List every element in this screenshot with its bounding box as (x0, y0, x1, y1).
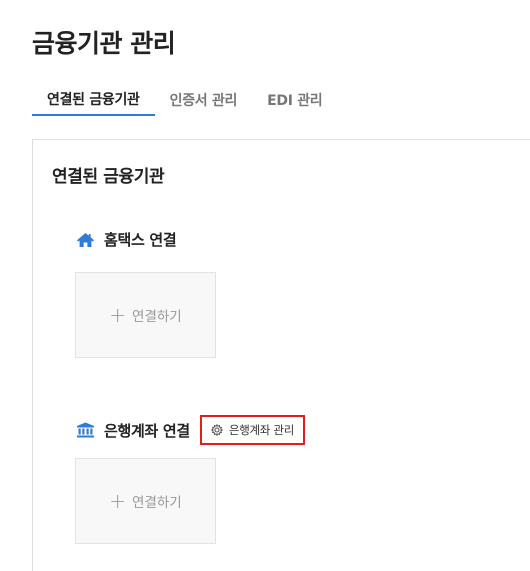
bank-section-header: 은행계좌 연결 은행계좌 관리 (75, 415, 305, 445)
bank-connect-label: 연결하기 (132, 495, 182, 511)
hometax-connect-button[interactable]: + 연결하기 (75, 272, 216, 358)
bank-account-manage-label: 은행계좌 관리 (228, 423, 294, 437)
bank-icon (75, 421, 95, 439)
plus-icon: + (109, 303, 127, 327)
page-title: 금융기관 관리 (32, 29, 176, 58)
hometax-section-header: 홈택스 연결 (75, 229, 177, 250)
connected-institutions-panel: 연결된 금융기관 홈택스 연결 + 연결하기 은행계좌 연결 은행계좌 관리 +… (32, 139, 530, 571)
gear-icon (210, 424, 223, 436)
bank-section-label: 은행계좌 연결 (104, 421, 190, 440)
hometax-section-label: 홈택스 연결 (104, 231, 177, 249)
bank-connect-button[interactable]: + 연결하기 (75, 458, 216, 544)
tab-bar: 연결된 금융기관 인증서 관리 EDI 관리 (32, 84, 530, 118)
plus-icon: + (109, 489, 127, 513)
hometax-connect-label: 연결하기 (132, 309, 182, 325)
bank-account-manage-button[interactable]: 은행계좌 관리 (199, 415, 305, 445)
tab-certificate-management[interactable]: 인증서 관리 (155, 84, 252, 116)
tab-edi-management[interactable]: EDI 관리 (252, 84, 337, 116)
home-icon (75, 231, 95, 249)
panel-title: 연결된 금융기관 (52, 167, 165, 187)
tab-connected-institutions[interactable]: 연결된 금융기관 (32, 84, 155, 116)
